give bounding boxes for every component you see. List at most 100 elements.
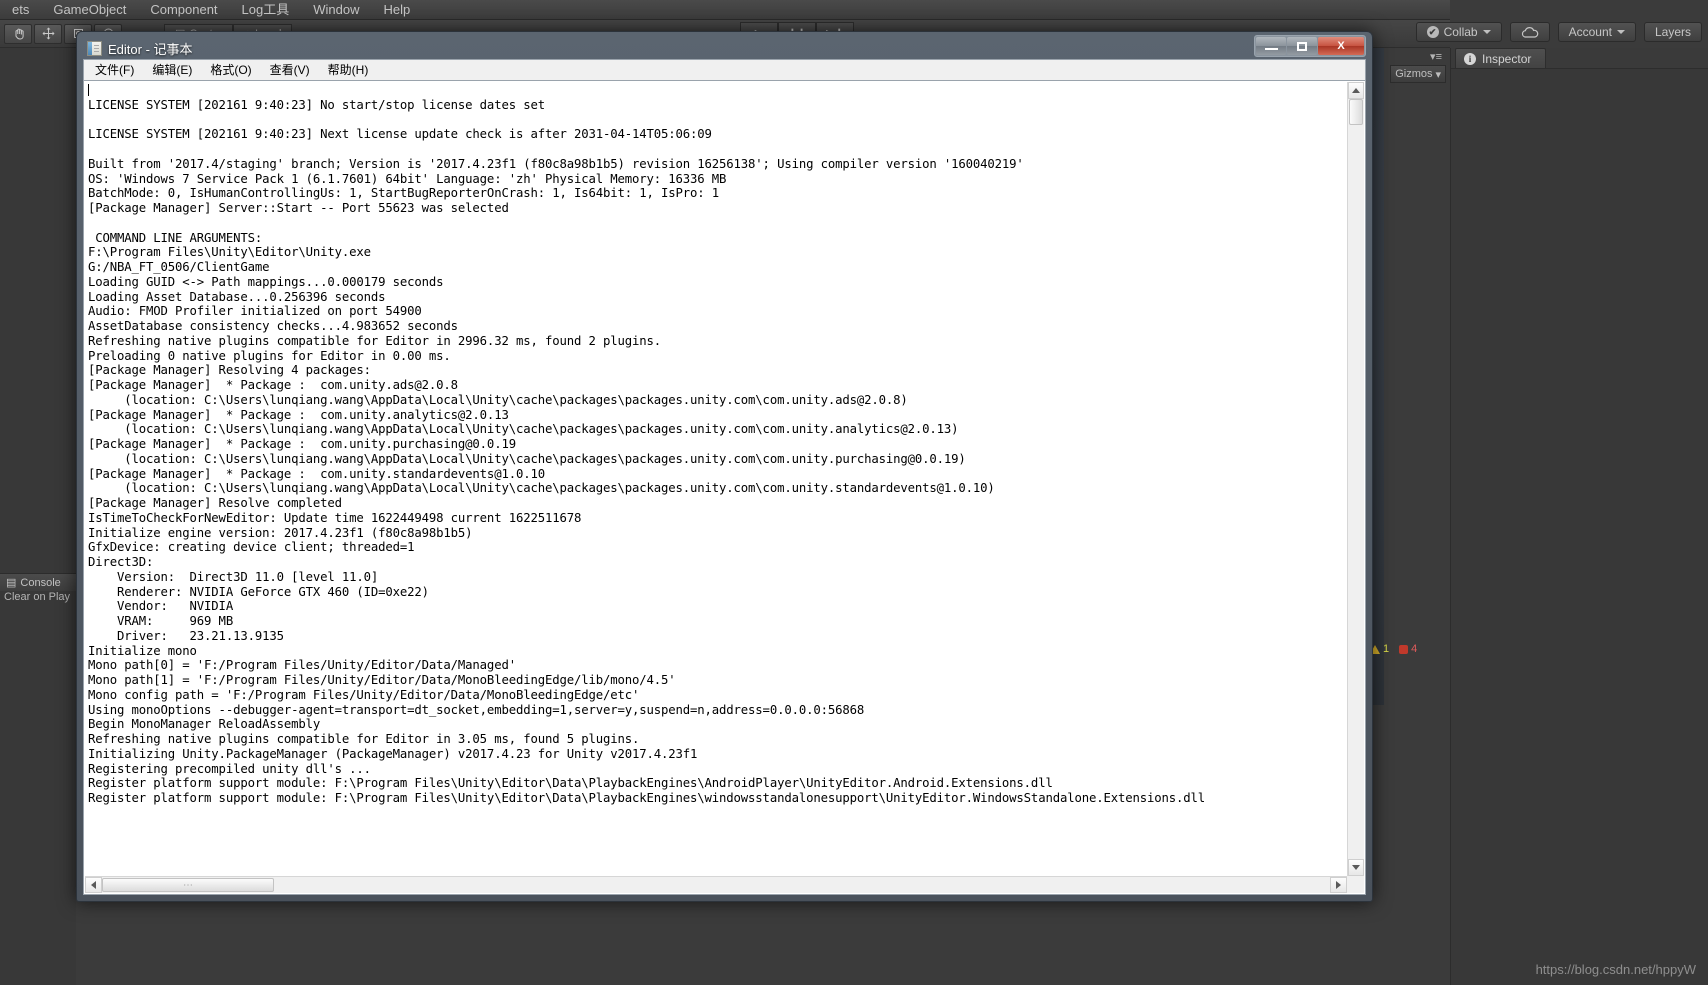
log-line: Mono path[1] = 'F:/Program Files/Unity/E… (88, 673, 676, 687)
clear-on-play-button[interactable]: Clear on Play (4, 591, 70, 603)
log-line: Initialize engine version: 2017.4.23f1 (… (88, 525, 473, 540)
close-icon: X (1337, 40, 1345, 52)
error-count: 4 (1411, 643, 1418, 655)
horizontal-scroll-thumb[interactable]: ⋯ (102, 878, 274, 892)
log-line: BatchMode: 0, IsHumanControllingUs: 1, S… (88, 186, 720, 201)
move-tool-button[interactable] (34, 23, 62, 44)
error-counter[interactable]: 4 (1399, 643, 1417, 655)
menu-edit[interactable]: 编辑(E) (143, 61, 201, 80)
scroll-left-button[interactable] (85, 877, 102, 893)
menu-view[interactable]: 查看(V) (261, 61, 319, 80)
menu-format[interactable]: 格式(O) (201, 61, 260, 80)
menu-item-component[interactable]: Component (138, 0, 229, 20)
notepad-client-area: LICENSE SYSTEM [202161 9:40:23] No start… (83, 80, 1366, 895)
log-line: F:\Program Files\Unity\Editor\Unity.exe (88, 245, 371, 260)
menu-item-help[interactable]: Help (372, 0, 423, 20)
arrow-down-icon (1352, 865, 1360, 870)
tab-inspector[interactable]: i Inspector (1455, 48, 1547, 68)
inspector-tab-label: Inspector (1482, 51, 1532, 66)
maximize-button[interactable] (1287, 37, 1317, 55)
cloud-button[interactable] (1509, 22, 1550, 42)
notepad-title-bar[interactable]: Editor - 记事本 X (83, 35, 1366, 59)
menu-item-log-tools[interactable]: Log工具 (230, 0, 302, 20)
collab-button[interactable]: ✔ Collab (1415, 22, 1502, 42)
log-line: Version: Direct3D 11.0 [level 11.0] (88, 569, 379, 584)
horizontal-scroll-track[interactable]: ⋯ (102, 877, 1330, 893)
log-line: [Package Manager] * Package : com.unity.… (88, 407, 509, 422)
log-line: Driver: 23.21.13.9135 (88, 628, 284, 643)
window-controls: X (1254, 35, 1366, 57)
vertical-scroll-thumb[interactable] (1349, 99, 1363, 125)
log-line: (location: C:\Users\lunqiang.wang\AppDat… (88, 481, 995, 496)
chevron-down-icon: ▾ (1435, 68, 1441, 81)
minimize-button[interactable] (1256, 37, 1286, 55)
log-line: Mono config path = 'F:/Program Files/Uni… (88, 687, 640, 702)
info-icon: i (1464, 52, 1476, 65)
log-line: Refreshing native plugins compatible for… (88, 732, 640, 746)
log-line: Initializing Unity.PackageManager (Packa… (88, 746, 698, 761)
log-line: Using monoOptions --debugger-agent=trans… (88, 702, 865, 717)
cloud-icon (1521, 26, 1538, 38)
log-line: AssetDatabase consistency checks...4.983… (88, 319, 458, 333)
gizmos-button[interactable]: Gizmos ▾ (1390, 65, 1446, 83)
hand-tool-button[interactable] (4, 23, 32, 44)
scrollbar-corner (1347, 876, 1364, 893)
log-line: IsTimeToCheckForNewEditor: Update time 1… (88, 510, 582, 525)
text-caret (88, 84, 89, 96)
log-line: COMMAND LINE ARGUMENTS: (88, 230, 263, 245)
unity-menu-bar: ets GameObject Component Log工具 Window He… (0, 0, 1450, 20)
log-line: Register platform support module: F:\Pro… (88, 791, 1206, 805)
arrow-right-icon (1336, 881, 1341, 889)
account-button[interactable]: Account (1557, 22, 1636, 42)
log-line: OS: 'Windows 7 Service Pack 1 (6.1.7601)… (88, 171, 727, 186)
gizmos-bar: ▾≡ Gizmos ▾ (1384, 48, 1446, 84)
log-line: (location: C:\Users\lunqiang.wang\AppDat… (88, 451, 966, 466)
menu-item-window[interactable]: Window (301, 0, 371, 20)
layers-button[interactable]: Layers (1643, 22, 1702, 42)
minimize-icon (1264, 48, 1278, 50)
notepad-title: Editor - 记事本 (108, 41, 193, 57)
log-line: G:/NBA_FT_0506/ClientGame (88, 260, 270, 274)
log-line: [Package Manager] * Package : com.unity.… (88, 466, 545, 481)
scroll-up-button[interactable] (1348, 82, 1364, 99)
scroll-right-button[interactable] (1330, 877, 1347, 893)
watermark: https://blog.csdn.net/hppyW (1535, 962, 1696, 977)
chevron-down-icon (1482, 30, 1491, 34)
log-line: Initialize mono (88, 643, 197, 658)
log-line: Mono path[0] = 'F:/Program Files/Unity/E… (88, 658, 516, 673)
log-text-content[interactable]: LICENSE SYSTEM [202161 9:40:23] No start… (88, 83, 1347, 806)
log-line: Vendor: NVIDIA (88, 599, 234, 614)
menu-item-assets[interactable]: ets (0, 0, 41, 20)
log-line: Refreshing native plugins compatible for… (88, 333, 662, 348)
vertical-scrollbar[interactable] (1347, 82, 1364, 876)
menu-item-gameobject[interactable]: GameObject (41, 0, 138, 20)
close-button[interactable]: X (1318, 37, 1364, 55)
log-line: Built from '2017.4/staging' branch; Vers… (88, 156, 1024, 171)
maximize-icon (1297, 41, 1307, 51)
horizontal-scrollbar[interactable]: ⋯ (85, 876, 1347, 893)
log-line: Register platform support module: F:\Pro… (88, 776, 1053, 791)
log-line: Direct3D: (88, 555, 154, 569)
log-line: (location: C:\Users\lunqiang.wang\AppDat… (88, 422, 959, 437)
notepad-window[interactable]: Editor - 记事本 X 文件(F) 编辑(E) 格式(O) 查看(V) 帮… (76, 31, 1373, 902)
menu-help[interactable]: 帮助(H) (319, 61, 378, 80)
log-line: [Package Manager] * Package : com.unity.… (88, 378, 458, 392)
vertical-scroll-track[interactable] (1348, 99, 1364, 859)
notepad-text-area[interactable]: LICENSE SYSTEM [202161 9:40:23] No start… (85, 82, 1347, 876)
log-line: Registering precompiled unity dll's ... (88, 761, 371, 776)
hamburger-menu-icon[interactable]: ▾≡ (1430, 50, 1442, 63)
error-icon (1399, 644, 1409, 654)
notepad-icon (87, 40, 102, 56)
left-dock-strip (0, 48, 76, 985)
tab-console[interactable]: ▤ Console (0, 573, 76, 591)
log-line: Renderer: NVIDIA GeForce GTX 460 (ID=0xe… (88, 584, 429, 599)
console-icon: ▤ (6, 577, 17, 589)
layers-label: Layers (1654, 25, 1691, 39)
chevron-down-icon (1616, 30, 1625, 34)
log-line: VRAM: 969 MB (88, 614, 234, 628)
log-line: Preloading 0 native plugins for Editor i… (88, 348, 451, 363)
log-line: Loading GUID <-> Path mappings...0.00017… (88, 274, 444, 289)
menu-file[interactable]: 文件(F) (86, 61, 143, 80)
scroll-down-button[interactable] (1348, 859, 1364, 876)
